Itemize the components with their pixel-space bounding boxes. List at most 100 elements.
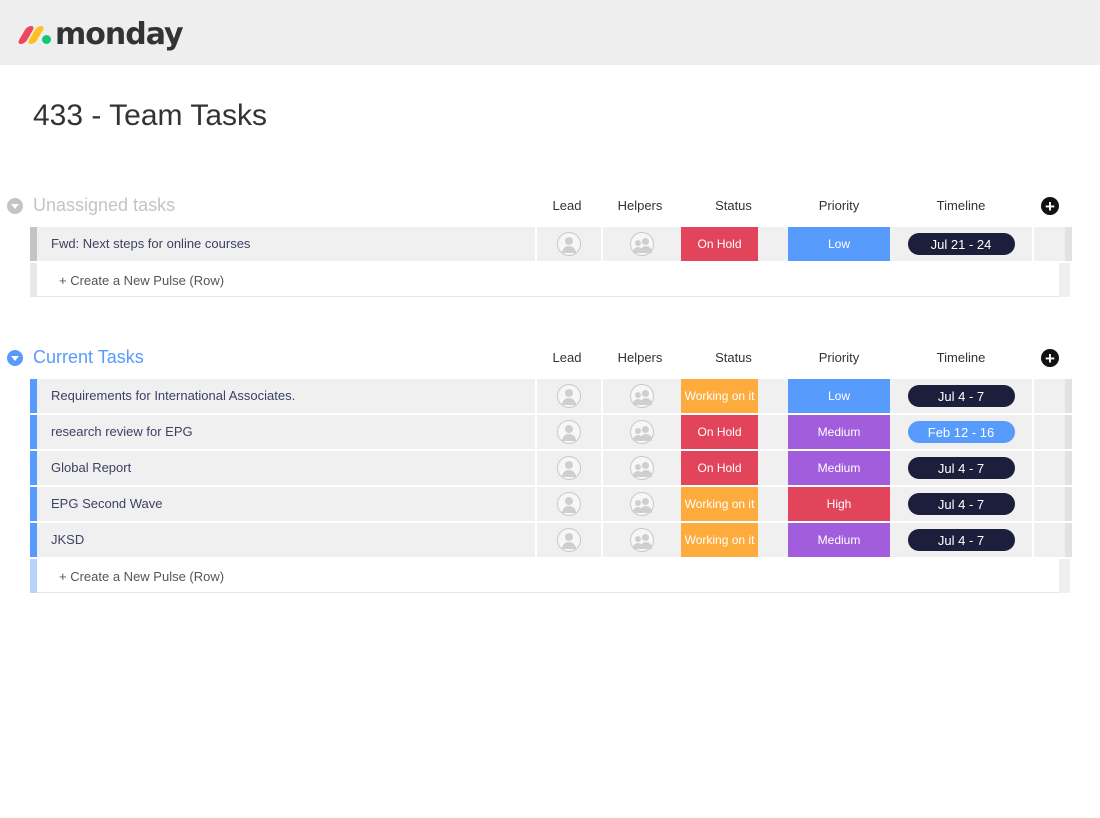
timeline-pill[interactable]: Jul 21 - 24 [907,233,1015,255]
group-color-stripe [30,379,37,413]
person-placeholder-icon[interactable] [557,456,581,480]
pulse-name[interactable]: JKSD [51,532,84,547]
column-header-status[interactable]: Status [681,350,786,365]
board-title[interactable]: 433 - Team Tasks [33,99,267,133]
column-header-timeline[interactable]: Timeline [892,198,1030,213]
priority-cell[interactable]: Low [788,379,890,413]
status-cell[interactable]: On Hold [681,415,758,449]
person-placeholder-icon[interactable] [557,232,581,256]
priority-cell[interactable]: Medium [788,415,890,449]
helpers-cell[interactable] [601,227,681,261]
timeline-pill[interactable]: Jul 4 - 7 [907,457,1015,479]
column-header-priority[interactable]: Priority [788,350,890,365]
pulse-name[interactable]: EPG Second Wave [51,496,163,511]
create-pulse-input[interactable]: + Create a New Pulse (Row) [37,263,1059,297]
table-row[interactable]: Fwd: Next steps for online courses On Ho… [30,227,1072,261]
column-header-priority[interactable]: Priority [788,198,890,213]
pulse-name[interactable]: Global Report [51,460,131,475]
timeline-pill[interactable]: Feb 12 - 16 [907,421,1015,443]
lead-cell[interactable] [535,227,601,261]
create-pulse-input[interactable]: + Create a New Pulse (Row) [37,559,1059,593]
people-placeholder-icon[interactable] [630,528,654,552]
people-placeholder-icon[interactable] [630,232,654,256]
add-column-icon[interactable]: + [1041,197,1059,215]
person-placeholder-icon[interactable] [557,384,581,408]
status-cell[interactable]: Working on it [681,487,758,521]
top-bar: monday [0,0,1100,65]
timeline-cell: Feb 12 - 16 [892,415,1030,449]
column-header-timeline[interactable]: Timeline [892,350,1030,365]
helpers-cell[interactable] [601,487,681,521]
row-end-cell [1059,263,1070,297]
person-placeholder-icon[interactable] [557,492,581,516]
status-cell[interactable]: On Hold [681,451,758,485]
status-cell[interactable]: On Hold [681,227,758,261]
person-placeholder-icon[interactable] [557,528,581,552]
group-color-stripe [30,559,37,593]
timeline-cell: Jul 4 - 7 [892,523,1030,557]
group-title[interactable]: Unassigned tasks [33,195,175,216]
column-header-helpers[interactable]: Helpers [601,350,679,365]
column-header-lead[interactable]: Lead [535,350,599,365]
pulse-name[interactable]: Fwd: Next steps for online courses [51,236,250,251]
timeline-pill[interactable]: Jul 4 - 7 [907,385,1015,407]
group-unassigned-tasks: Unassigned tasks Lead Helpers Status Pri… [0,189,1100,225]
status-cell[interactable]: Working on it [681,379,758,413]
people-placeholder-icon[interactable] [630,456,654,480]
create-pulse-row[interactable]: + Create a New Pulse (Row) [30,559,1070,593]
monday-logo[interactable]: monday [16,14,184,54]
helpers-cell[interactable] [601,523,681,557]
people-placeholder-icon[interactable] [630,420,654,444]
priority-cell[interactable]: High [788,487,890,521]
priority-cell[interactable]: Low [788,227,890,261]
helpers-cell[interactable] [601,451,681,485]
timeline-cell: Jul 4 - 7 [892,451,1030,485]
group-color-stripe [30,487,37,521]
lead-cell[interactable] [535,487,601,521]
timeline-cell: Jul 4 - 7 [892,487,1030,521]
pulse-name[interactable]: Requirements for International Associate… [51,388,295,403]
row-end-cell [1032,523,1072,557]
helpers-cell[interactable] [601,415,681,449]
column-header-lead[interactable]: Lead [535,198,599,213]
table-row[interactable]: research review for EPG On Hold Medium F… [30,415,1072,449]
row-end-cell [1032,487,1072,521]
create-pulse-row[interactable]: + Create a New Pulse (Row) [30,263,1070,297]
timeline-pill[interactable]: Jul 4 - 7 [907,493,1015,515]
helpers-cell[interactable] [601,379,681,413]
lead-cell[interactable] [535,415,601,449]
collapse-chevron-icon[interactable] [7,198,23,214]
create-pulse-label[interactable]: + Create a New Pulse (Row) [59,569,224,584]
column-header-helpers[interactable]: Helpers [601,198,679,213]
table-row[interactable]: EPG Second Wave Working on it High Jul 4… [30,487,1072,521]
create-pulse-label[interactable]: + Create a New Pulse (Row) [59,273,224,288]
timeline-pill[interactable]: Jul 4 - 7 [907,529,1015,551]
lead-cell[interactable] [535,523,601,557]
people-placeholder-icon[interactable] [630,384,654,408]
priority-cell[interactable]: Medium [788,451,890,485]
table-row[interactable]: Global Report On Hold Medium Jul 4 - 7 [30,451,1072,485]
lead-cell[interactable] [535,379,601,413]
group-color-stripe [30,451,37,485]
row-end-cell [1032,451,1072,485]
row-end-cell [1059,559,1070,593]
row-end-cell [1032,379,1072,413]
group-color-stripe [30,415,37,449]
person-placeholder-icon[interactable] [557,420,581,444]
row-end-cell [1032,227,1072,261]
table-row[interactable]: Requirements for International Associate… [30,379,1072,413]
status-cell[interactable]: Working on it [681,523,758,557]
pulse-name[interactable]: research review for EPG [51,424,193,439]
add-column-icon[interactable]: + [1041,349,1059,367]
people-placeholder-icon[interactable] [630,492,654,516]
logo-text: monday [55,16,184,52]
group-current-tasks: Current Tasks Lead Helpers Status Priori… [0,341,1100,377]
group-color-stripe [30,263,37,297]
lead-cell[interactable] [535,451,601,485]
priority-cell[interactable]: Medium [788,523,890,557]
group-header: Current Tasks Lead Helpers Status Priori… [0,341,1100,377]
table-row[interactable]: JKSD Working on it Medium Jul 4 - 7 [30,523,1072,557]
column-header-status[interactable]: Status [681,198,786,213]
group-title[interactable]: Current Tasks [33,347,144,368]
collapse-chevron-icon[interactable] [7,350,23,366]
